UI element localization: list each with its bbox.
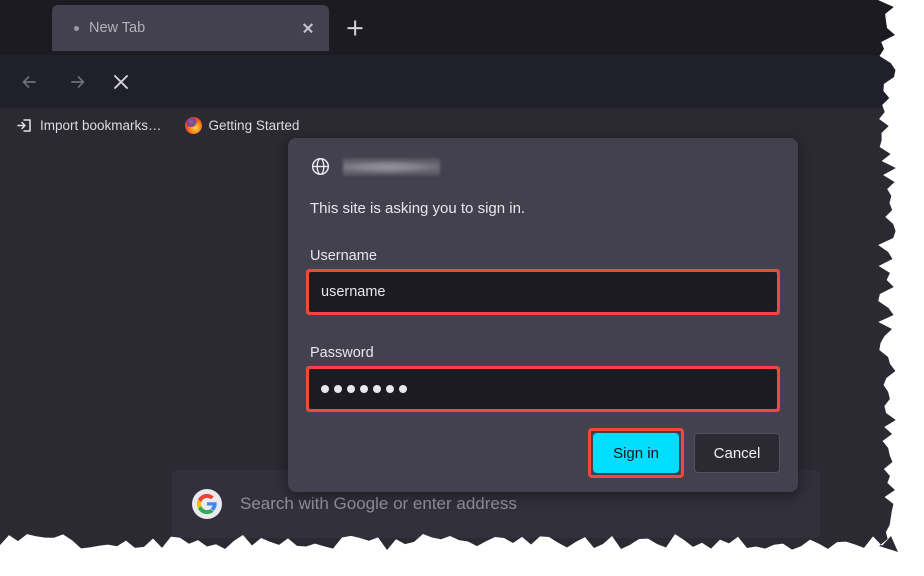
- screenshot-canvas: New Tab Import bookmarks… Getting Starte…: [0, 0, 924, 576]
- close-icon[interactable]: [295, 15, 321, 41]
- password-input[interactable]: [309, 369, 777, 409]
- tab-strip: New Tab: [0, 0, 898, 55]
- firefox-logo-icon: [184, 116, 202, 134]
- dialog-header: [310, 156, 440, 177]
- google-logo-icon: [192, 489, 222, 519]
- username-input[interactable]: username: [309, 272, 777, 312]
- urlbar-placeholder-text: Search with Google or enter address: [240, 494, 517, 513]
- bookmark-getting-started[interactable]: Getting Started: [178, 112, 307, 138]
- import-bookmarks-icon: [17, 118, 31, 132]
- forward-arrow-icon[interactable]: [61, 67, 91, 97]
- back-arrow-icon[interactable]: [16, 67, 46, 97]
- password-label: Password: [310, 345, 374, 361]
- bookmarks-toolbar: Import bookmarks… Getting Started: [0, 108, 898, 142]
- sign-in-button[interactable]: Sign in: [593, 433, 679, 473]
- bookmark-import-bookmarks[interactable]: Import bookmarks…: [9, 112, 169, 138]
- dialog-host-redacted: [343, 157, 440, 176]
- globe-icon: [311, 157, 330, 176]
- username-field-highlight: username: [306, 269, 780, 315]
- username-input-value: username: [321, 284, 386, 300]
- bookmark-label: Import bookmarks…: [40, 117, 162, 133]
- plus-icon[interactable]: [340, 13, 370, 43]
- firefox-browser-window: New Tab Import bookmarks… Getting Starte…: [0, 0, 898, 552]
- sign-in-button-highlight: Sign in: [588, 428, 684, 478]
- dialog-button-row: Sign in Cancel: [588, 428, 780, 478]
- password-field-highlight: [306, 366, 780, 412]
- navigation-toolbar: /phpmyadmin/: [0, 55, 898, 155]
- browser-tab[interactable]: New Tab: [52, 5, 329, 51]
- bookmark-label: Getting Started: [208, 117, 300, 133]
- http-auth-dialog: This site is asking you to sign in. User…: [288, 138, 798, 492]
- password-masked-value: [321, 385, 407, 393]
- cancel-button[interactable]: Cancel: [694, 433, 780, 473]
- stop-close-icon[interactable]: [106, 67, 136, 97]
- tab-title: New Tab: [89, 20, 146, 36]
- username-label: Username: [310, 248, 377, 264]
- dialog-message: This site is asking you to sign in.: [310, 200, 526, 217]
- tab-unread-dot-icon: [74, 25, 79, 31]
